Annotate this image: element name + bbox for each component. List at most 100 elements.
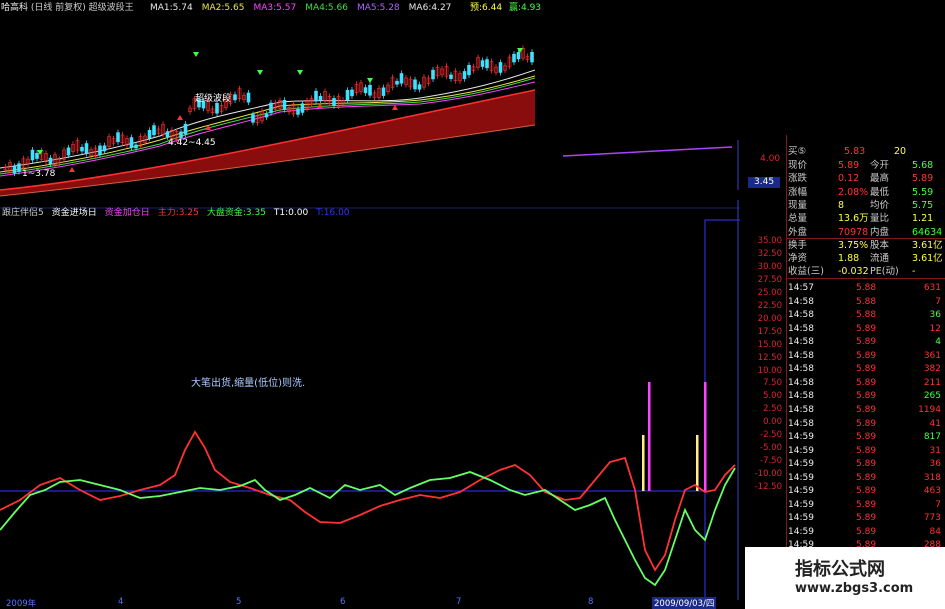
candle xyxy=(233,94,237,101)
quote-label: 今开 xyxy=(870,160,890,171)
ma-label-3: MA3:5.57 xyxy=(253,3,297,13)
trade-volume: 7 xyxy=(935,499,941,510)
trade-row: 14:58 5.89 41 xyxy=(786,418,945,432)
quote-value: 1.88 xyxy=(838,253,860,265)
y-tick-label: 20.00 xyxy=(757,313,782,324)
main-force-line xyxy=(0,430,736,572)
candle xyxy=(147,130,152,139)
ma-label-6: MA6:4.27 xyxy=(408,3,452,13)
quote-value: 13.6万 xyxy=(838,213,869,225)
watermark-logo: 指标公式网 www.zbgs3.com xyxy=(745,547,945,609)
quote-separator xyxy=(786,277,945,279)
trade-time: 14:59 xyxy=(788,472,814,483)
trade-price: 5.88 xyxy=(856,310,877,321)
trade-time: 14:59 xyxy=(788,486,814,497)
candle xyxy=(300,103,305,113)
trade-price: 5.89 xyxy=(856,499,877,510)
candle xyxy=(485,59,489,69)
trade-time: 14:58 xyxy=(788,364,814,375)
y-tick-label: -12.50 xyxy=(754,482,782,493)
quote-value: 5.89 xyxy=(838,160,860,171)
candle xyxy=(152,125,156,136)
trade-time: 14:57 xyxy=(788,283,814,293)
middle-panel xyxy=(562,140,739,190)
quote-label: 内盘 xyxy=(870,226,890,238)
quote-label: 流通 xyxy=(870,253,890,265)
trade-volume: 773 xyxy=(923,513,941,524)
trade-time: 14:58 xyxy=(788,418,814,429)
trade-volume: 7 xyxy=(935,296,941,307)
trade-time: 14:58 xyxy=(788,350,814,361)
quote-label: 涨幅 xyxy=(788,186,808,198)
x-axis-month: 8 xyxy=(588,597,594,607)
quote-value: 8 xyxy=(838,199,845,211)
capital-bar xyxy=(642,435,645,491)
x-axis-year: 2009年 xyxy=(6,599,37,609)
y-tick-label: 25.00 xyxy=(757,287,782,298)
stock-chart-window: 哈高科 (日线 前复权) 超级波段王 MA1:5.74 MA2:5.65 MA3:5… xyxy=(0,0,945,609)
trade-time: 14:58 xyxy=(788,323,814,334)
quote-value: 5.75 xyxy=(912,199,934,211)
trade-row: 14:59 5.89 36 xyxy=(786,458,945,472)
trade-price: 5.89 xyxy=(856,323,877,334)
x-axis-month: 6 xyxy=(340,597,346,607)
candle xyxy=(462,71,467,79)
candle xyxy=(480,60,485,67)
trade-price: 5.89 xyxy=(856,526,877,537)
y-tick-label: 15.00 xyxy=(757,339,782,350)
trade-row: 14:58 5.89 1194 xyxy=(786,404,945,418)
x-axis-cursor-date: 2009/09/03/四 xyxy=(652,597,717,609)
y-tick-label: -5.00 xyxy=(760,443,782,454)
quote-value: 5.68 xyxy=(912,160,934,171)
quote-value: 3.61亿 xyxy=(912,253,943,265)
trade-volume: 382 xyxy=(923,364,941,375)
trade-price: 5.89 xyxy=(856,432,877,443)
quote-row: 涨幅 2.08% 最低 5.59 xyxy=(786,186,945,199)
y-tick-label: 0.00 xyxy=(763,417,782,428)
quote-value: 3.61亿 xyxy=(912,239,943,251)
trade-price: 5.89 xyxy=(856,472,877,483)
trade-time: 14:59 xyxy=(788,526,814,537)
trade-volume: 211 xyxy=(923,377,941,388)
trade-price: 5.89 xyxy=(856,337,877,348)
ma-label-5: MA5:5.28 xyxy=(356,3,400,13)
quote-label: 净资 xyxy=(788,253,808,265)
trade-row: 14:58 5.89 12 xyxy=(786,323,945,337)
indicator-panel[interactable] xyxy=(0,200,786,600)
candle xyxy=(363,87,368,94)
candle xyxy=(350,89,354,97)
trade-row: 14:59 5.89 84 xyxy=(786,526,945,540)
trade-row: 14:59 5.89 463 xyxy=(786,485,945,499)
candle xyxy=(516,52,521,60)
upper-header: 哈高科 (日线 前复权) 超级波段王 xyxy=(1,3,134,14)
trade-time: 14:59 xyxy=(788,499,814,510)
y-tick-label: 35.00 xyxy=(757,236,782,246)
trade-row: 14:59 5.89 31 xyxy=(786,445,945,459)
trade-time: 14:58 xyxy=(788,377,814,388)
trade-time: 14:59 xyxy=(788,513,814,524)
trade-row: 14:58 5.88 7 xyxy=(786,296,945,310)
quote-label: 最高 xyxy=(870,173,890,185)
trade-volume: 36 xyxy=(929,310,941,321)
candle xyxy=(467,64,471,76)
quote-row: 总量 13.6万 量比 1.21 xyxy=(786,212,945,225)
trade-row: 14:58 5.89 211 xyxy=(786,377,945,391)
candle xyxy=(332,98,336,106)
candle xyxy=(395,80,399,85)
quote-value: 70978 xyxy=(838,226,869,238)
trade-volume: 318 xyxy=(923,472,941,483)
trade-row: 14:59 5.89 318 xyxy=(786,472,945,486)
trade-time: 14:58 xyxy=(788,337,814,348)
quote-value: 64634 xyxy=(912,226,943,238)
quote-value: - xyxy=(912,266,916,278)
trade-volume: 36 xyxy=(929,459,941,470)
buy-value: 预:6.44 xyxy=(470,3,503,13)
ma-legend: MA1:5.74 MA2:5.65 MA3:5.57 MA4:5.66 MA5:5.28… xyxy=(150,3,460,14)
quote-value: 3.75% xyxy=(838,239,869,251)
buy5-label: 买⑤ xyxy=(788,146,807,157)
candle xyxy=(399,73,404,84)
quote-row: 现量 8 均价 5.75 xyxy=(786,199,945,212)
quote-label: 均价 xyxy=(870,199,890,211)
candle xyxy=(165,131,170,138)
quote-value: 1.21 xyxy=(912,213,934,225)
